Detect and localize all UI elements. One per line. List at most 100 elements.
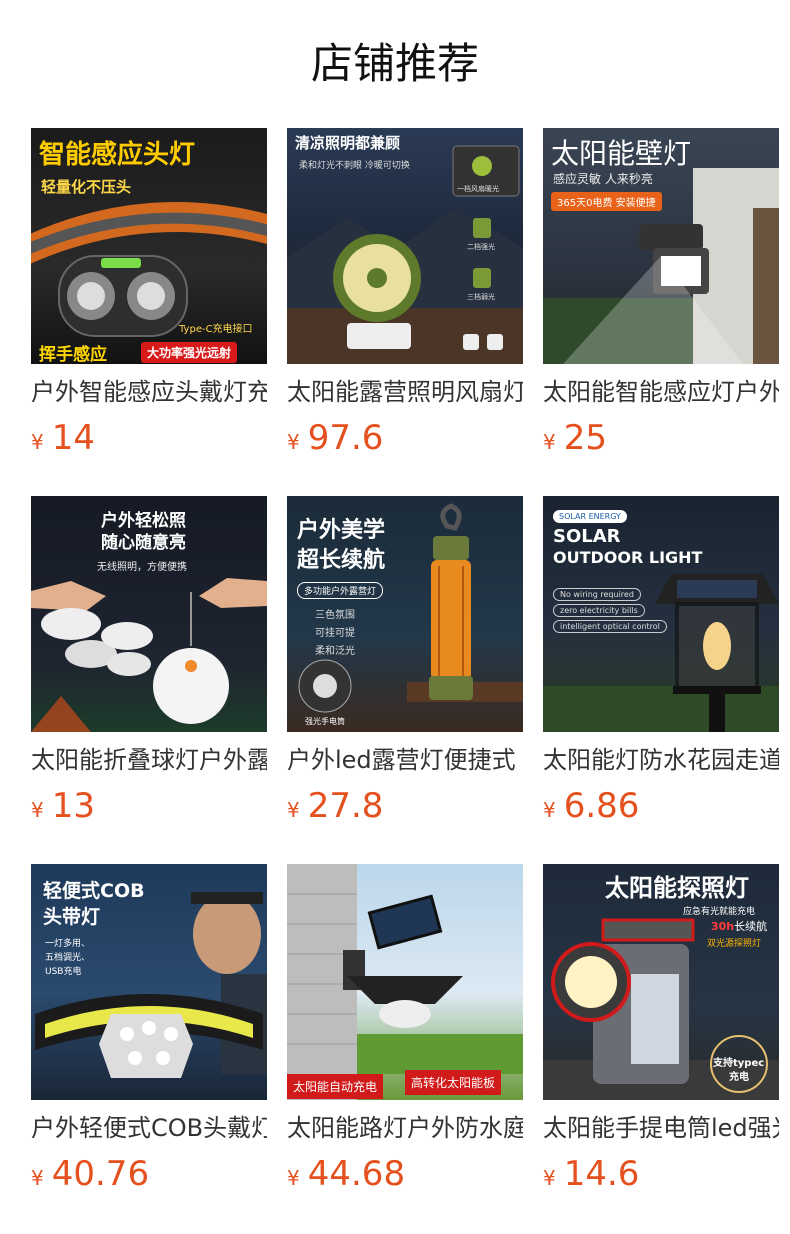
- product-image-solar-flashlight[interactable]: 太阳能探照灯 应急有光就能充电 30h长续航 双光源探照灯 支持typec 充电: [543, 864, 779, 1100]
- thumb-sub: 30h长续航: [711, 918, 767, 934]
- product-price: ¥44.68: [287, 1154, 405, 1194]
- product-image-street-lamp[interactable]: 太阳能自动充电 高转化太阳能板: [287, 864, 523, 1100]
- price-value: 14: [51, 418, 95, 458]
- thumb-sub: 感应灵敏 人来秒亮: [553, 172, 653, 186]
- product-price: ¥27.8: [287, 786, 383, 826]
- thumb-feature: No wiring required: [553, 588, 641, 601]
- product-image-fan-lamp[interactable]: 清凉照明都兼顾 柔和灯光不刺眼 冷暖可切换 一档风扇暖光 二档强光 三档弱光: [287, 128, 523, 364]
- thumb-mode-label: 三档弱光: [467, 293, 495, 301]
- product-image-headlamp[interactable]: 智能感应头灯 轻量化不压头 Type-C充电接口 挥手感应 大功率强光远射: [31, 128, 267, 364]
- currency-symbol: ¥: [543, 1166, 556, 1190]
- thumb-feature: intelligent optical control: [553, 620, 667, 633]
- thumb-badge: 多功能户外露营灯: [297, 582, 384, 599]
- thumb-sub: 双光源探照灯: [707, 939, 762, 949]
- thumb-sub: 应急有光就能充电: [683, 907, 756, 917]
- thumb-badge: 365天0电费 安装便捷: [551, 192, 662, 211]
- currency-symbol: ¥: [287, 798, 300, 822]
- thumb-sub: 轻量化不压头: [41, 178, 132, 196]
- thumb-headline: 智能感应头灯: [39, 140, 196, 170]
- page-title: 店铺推荐: [310, 39, 479, 88]
- thumb-headline: 太阳能探照灯: [605, 874, 749, 902]
- product-price: ¥25: [543, 418, 607, 458]
- product-card[interactable]: 太阳能自动充电 高转化太阳能板 太阳能路灯户外防水庭院 ¥44.68: [287, 864, 523, 1232]
- thumb-mode-label: 一档风扇暖光: [457, 185, 499, 193]
- thumb-feature: 可挂可提: [315, 628, 355, 639]
- thumb-note: 强光手电筒: [305, 717, 345, 726]
- price-value: 97.6: [307, 418, 384, 458]
- product-card[interactable]: 太阳能壁灯 感应灵敏 人来秒亮 365天0电费 安装便捷 太阳能智能感应灯户外 …: [543, 128, 779, 496]
- product-price: ¥97.6: [287, 418, 383, 458]
- product-price: ¥14.6: [543, 1154, 639, 1194]
- thumb-note: 支持typec: [713, 1058, 765, 1069]
- product-image-cob-headlamp[interactable]: 轻便式COB 头带灯 一灯多用、 五档调光、 USB充电: [31, 864, 267, 1100]
- thumb-feature: zero electricity bills: [553, 604, 645, 617]
- price-value: 25: [563, 418, 607, 458]
- thumb-badge: 高转化太阳能板: [405, 1070, 502, 1095]
- product-name[interactable]: 太阳能路灯户外防水庭院: [287, 1112, 523, 1144]
- product-name[interactable]: 太阳能智能感应灯户外: [543, 376, 779, 408]
- price-value: 13: [51, 786, 95, 826]
- product-name[interactable]: 太阳能灯防水花园走道: [543, 744, 779, 776]
- thumb-sub: 柔和灯光不刺眼 冷暖可切换: [299, 161, 410, 171]
- product-card[interactable]: 太阳能探照灯 应急有光就能充电 30h长续航 双光源探照灯 支持typec 充电…: [543, 864, 779, 1232]
- thumb-headline: 户外美学: [297, 518, 386, 543]
- thumb-feature: USB充电: [45, 967, 82, 977]
- thumb-badge: SOLAR ENERGY: [553, 510, 627, 523]
- thumb-headline: 轻便式COB: [43, 880, 145, 902]
- product-card[interactable]: 智能感应头灯 轻量化不压头 Type-C充电接口 挥手感应 大功率强光远射 户外…: [31, 128, 267, 496]
- product-card[interactable]: SOLAR ENERGY SOLAR OUTDOOR LIGHT No wiri…: [543, 496, 779, 864]
- street-lamp-illustration: [287, 864, 523, 1100]
- thumb-headline: 随心随意亮: [101, 533, 186, 553]
- thumb-feature: 柔和泛光: [315, 646, 355, 657]
- price-value: 27.8: [307, 786, 384, 826]
- product-card[interactable]: 户外轻松照 随心随意亮 无线照明，方便便携 太阳能折叠球灯户外露营 ¥13: [31, 496, 267, 864]
- thumb-feature: 五档调光、: [45, 953, 91, 963]
- thumb-headline: 太阳能壁灯: [551, 137, 692, 170]
- thumb-feature: 三色氛围: [315, 610, 355, 621]
- product-image-wall-lamp[interactable]: 太阳能壁灯 感应灵敏 人来秒亮 365天0电费 安装便捷: [543, 128, 779, 364]
- product-card[interactable]: 清凉照明都兼顾 柔和灯光不刺眼 冷暖可切换 一档风扇暖光 二档强光 三档弱光 太…: [287, 128, 523, 496]
- product-name[interactable]: 户外轻便式COB头戴灯: [31, 1112, 267, 1144]
- product-price: ¥13: [31, 786, 95, 826]
- currency-symbol: ¥: [31, 1166, 44, 1190]
- product-price: ¥40.76: [31, 1154, 149, 1194]
- product-name[interactable]: 太阳能折叠球灯户外露营: [31, 744, 267, 776]
- product-name[interactable]: 太阳能手提电筒led强光: [543, 1112, 779, 1144]
- thumb-badge: 挥手感应: [39, 345, 107, 364]
- thumb-feature: 一灯多用、: [45, 939, 91, 949]
- thumb-mode-label: 二档强光: [467, 243, 495, 251]
- price-value: 44.68: [307, 1154, 406, 1194]
- product-image-camping-lamp[interactable]: 户外美学 超长续航 多功能户外露营灯 三色氛围 可挂可提 柔和泛光 强光手电筒: [287, 496, 523, 732]
- thumb-headline: 清凉照明都兼顾: [295, 134, 401, 152]
- product-name[interactable]: 户外智能感应头戴灯充电: [31, 376, 267, 408]
- product-price: ¥6.86: [543, 786, 639, 826]
- product-card[interactable]: 轻便式COB 头带灯 一灯多用、 五档调光、 USB充电 户外轻便式COB头戴灯…: [31, 864, 267, 1232]
- thumb-note: Type-C充电接口: [179, 324, 253, 335]
- thumb-sub-hours: 30h: [711, 920, 735, 933]
- currency-symbol: ¥: [31, 798, 44, 822]
- currency-symbol: ¥: [31, 430, 44, 454]
- product-name[interactable]: 太阳能露营照明风扇灯: [287, 376, 523, 408]
- thumb-sub-text: 长续航: [734, 920, 768, 933]
- currency-symbol: ¥: [543, 430, 556, 454]
- thumb-sub: 无线照明，方便便携: [97, 562, 187, 573]
- thumb-badge: 大功率强光远射: [141, 342, 238, 363]
- price-value: 40.76: [51, 1154, 150, 1194]
- thumb-headline: SOLAR: [553, 526, 621, 547]
- product-image-folding-ball-lamp[interactable]: 户外轻松照 随心随意亮 无线照明，方便便携: [31, 496, 267, 732]
- product-price: ¥14: [31, 418, 95, 458]
- thumb-badge: 太阳能自动充电: [287, 1074, 384, 1099]
- product-card[interactable]: 户外美学 超长续航 多功能户外露营灯 三色氛围 可挂可提 柔和泛光 强光手电筒 …: [287, 496, 523, 864]
- thumb-headline: 超长续航: [297, 548, 386, 573]
- thumb-note: 充电: [729, 1072, 749, 1083]
- product-image-garden-lamp[interactable]: SOLAR ENERGY SOLAR OUTDOOR LIGHT No wiri…: [543, 496, 779, 732]
- product-grid: 智能感应头灯 轻量化不压头 Type-C充电接口 挥手感应 大功率强光远射 户外…: [31, 128, 779, 1232]
- currency-symbol: ¥: [287, 1166, 300, 1190]
- price-value: 6.86: [563, 786, 640, 826]
- currency-symbol: ¥: [543, 798, 556, 822]
- thumb-headline: OUTDOOR LIGHT: [553, 548, 703, 567]
- thumb-headline: 头带灯: [43, 906, 101, 928]
- price-value: 14.6: [563, 1154, 640, 1194]
- currency-symbol: ¥: [287, 430, 300, 454]
- product-name[interactable]: 户外led露营灯便捷式: [287, 744, 523, 776]
